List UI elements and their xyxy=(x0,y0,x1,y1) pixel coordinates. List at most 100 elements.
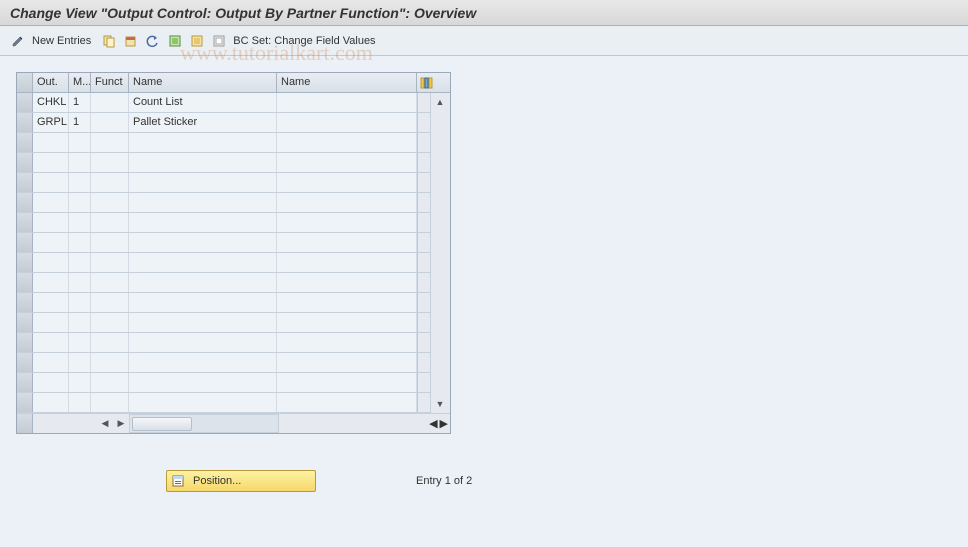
cell-funct[interactable] xyxy=(91,313,129,332)
cell-name2[interactable] xyxy=(277,273,417,292)
cell-m[interactable] xyxy=(69,293,91,312)
cell-name1[interactable] xyxy=(129,333,277,352)
table-row[interactable]: CHKL1Count List xyxy=(17,93,450,113)
cell-funct[interactable] xyxy=(91,193,129,212)
col-header-out[interactable]: Out. xyxy=(33,73,69,92)
undo-change-icon[interactable] xyxy=(145,33,161,49)
cell-out[interactable] xyxy=(33,353,69,372)
table-row[interactable] xyxy=(17,313,450,333)
cell-name2[interactable] xyxy=(277,373,417,392)
vertical-scrollbar[interactable]: ▲ ▼ xyxy=(430,93,450,413)
cell-funct[interactable] xyxy=(91,173,129,192)
row-select-handle[interactable] xyxy=(17,233,33,252)
cell-name1[interactable] xyxy=(129,173,277,192)
cell-out[interactable] xyxy=(33,333,69,352)
cell-funct[interactable] xyxy=(91,333,129,352)
cell-m[interactable] xyxy=(69,253,91,272)
cell-funct[interactable] xyxy=(91,393,129,412)
row-select-handle[interactable] xyxy=(17,273,33,292)
cell-m[interactable] xyxy=(69,273,91,292)
cell-m[interactable] xyxy=(69,133,91,152)
delete-icon[interactable] xyxy=(123,33,139,49)
table-row[interactable] xyxy=(17,153,450,173)
cell-funct[interactable] xyxy=(91,213,129,232)
select-all-handle[interactable] xyxy=(17,73,33,92)
cell-name2[interactable] xyxy=(277,153,417,172)
cell-name1[interactable] xyxy=(129,233,277,252)
cell-funct[interactable] xyxy=(91,373,129,392)
cell-out[interactable] xyxy=(33,133,69,152)
cell-m[interactable] xyxy=(69,353,91,372)
row-select-handle[interactable] xyxy=(17,353,33,372)
cell-m[interactable] xyxy=(69,173,91,192)
table-row[interactable] xyxy=(17,233,450,253)
row-select-handle[interactable] xyxy=(17,173,33,192)
row-select-handle[interactable] xyxy=(17,113,33,132)
cell-out[interactable] xyxy=(33,293,69,312)
row-select-handle[interactable] xyxy=(17,293,33,312)
cell-out[interactable] xyxy=(33,173,69,192)
select-block-icon[interactable] xyxy=(189,33,205,49)
cell-name2[interactable] xyxy=(277,333,417,352)
table-row[interactable] xyxy=(17,333,450,353)
copy-as-icon[interactable] xyxy=(101,33,117,49)
hscroll-last-icon[interactable]: ▶ xyxy=(440,417,448,430)
table-row[interactable] xyxy=(17,353,450,373)
cell-out[interactable] xyxy=(33,313,69,332)
cell-m[interactable] xyxy=(69,153,91,172)
row-select-handle[interactable] xyxy=(17,133,33,152)
cell-name1[interactable] xyxy=(129,393,277,412)
cell-out[interactable] xyxy=(33,393,69,412)
col-header-m[interactable]: M... xyxy=(69,73,91,92)
scroll-track[interactable] xyxy=(431,111,450,395)
cell-m[interactable]: 1 xyxy=(69,93,91,112)
row-select-handle[interactable] xyxy=(17,93,33,112)
cell-name2[interactable] xyxy=(277,253,417,272)
cell-m[interactable] xyxy=(69,233,91,252)
cell-m[interactable] xyxy=(69,393,91,412)
cell-out[interactable] xyxy=(33,273,69,292)
cell-name2[interactable] xyxy=(277,353,417,372)
position-button[interactable]: Position... xyxy=(166,470,316,492)
table-row[interactable] xyxy=(17,373,450,393)
row-select-handle[interactable] xyxy=(17,153,33,172)
col-header-funct[interactable]: Funct xyxy=(91,73,129,92)
cell-name2[interactable] xyxy=(277,193,417,212)
cell-out[interactable] xyxy=(33,253,69,272)
toggle-display-change-icon[interactable] xyxy=(10,33,26,49)
cell-name2[interactable] xyxy=(277,313,417,332)
cell-name1[interactable]: Pallet Sticker xyxy=(129,113,277,132)
hscroll-thumb[interactable] xyxy=(132,417,192,431)
table-row[interactable] xyxy=(17,253,450,273)
cell-name1[interactable] xyxy=(129,293,277,312)
hscroll-right-icon[interactable]: ◀ xyxy=(429,417,437,430)
table-row[interactable] xyxy=(17,133,450,153)
cell-name1[interactable] xyxy=(129,213,277,232)
scroll-up-icon[interactable]: ▲ xyxy=(431,93,449,111)
cell-name2[interactable] xyxy=(277,93,417,112)
table-row[interactable]: GRPL1Pallet Sticker xyxy=(17,113,450,133)
cell-name2[interactable] xyxy=(277,133,417,152)
col-header-name1[interactable]: Name xyxy=(129,73,277,92)
cell-out[interactable] xyxy=(33,233,69,252)
cell-name1[interactable] xyxy=(129,253,277,272)
cell-out[interactable] xyxy=(33,193,69,212)
cell-out[interactable]: CHKL xyxy=(33,93,69,112)
cell-name2[interactable] xyxy=(277,173,417,192)
cell-funct[interactable] xyxy=(91,153,129,172)
cell-out[interactable]: GRPL xyxy=(33,113,69,132)
cell-name2[interactable] xyxy=(277,233,417,252)
row-select-handle[interactable] xyxy=(17,193,33,212)
cell-name2[interactable] xyxy=(277,293,417,312)
row-select-handle[interactable] xyxy=(17,313,33,332)
row-select-handle[interactable] xyxy=(17,393,33,412)
cell-name1[interactable] xyxy=(129,193,277,212)
cell-name1[interactable] xyxy=(129,353,277,372)
scroll-down-icon[interactable]: ▼ xyxy=(431,395,449,413)
cell-funct[interactable] xyxy=(91,293,129,312)
hscroll-first-icon[interactable]: ◀ xyxy=(97,416,113,432)
cell-funct[interactable] xyxy=(91,353,129,372)
cell-name2[interactable] xyxy=(277,213,417,232)
cell-name1[interactable] xyxy=(129,373,277,392)
cell-name1[interactable] xyxy=(129,313,277,332)
